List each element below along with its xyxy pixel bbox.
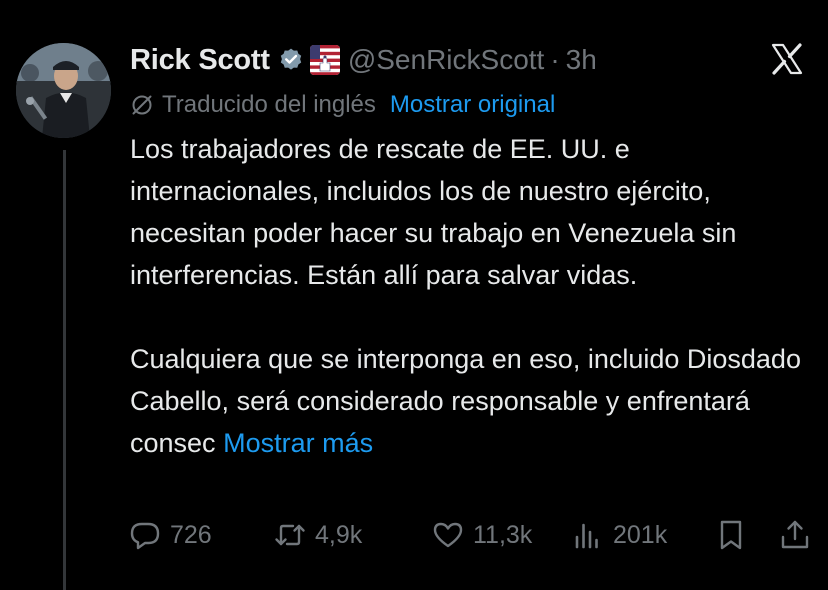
thread-line: [63, 150, 66, 590]
show-more-link[interactable]: Mostrar más: [223, 428, 373, 458]
tweet-paragraph-1: Los trabajadores de rescate de EE. UU. e…: [130, 134, 737, 290]
avatar[interactable]: [16, 43, 111, 138]
tweet-card[interactable]: Rick Scott @SenRickScott · 3h Traducido …: [0, 0, 828, 590]
us-flag-capitol-badge-icon[interactable]: [309, 45, 340, 75]
reply-bubble-icon: [130, 522, 160, 550]
heart-icon: [433, 522, 463, 548]
like-count: 11,3k: [473, 520, 533, 549]
verified-badge-icon[interactable]: [278, 47, 304, 73]
avatar-photo: [16, 43, 111, 138]
repost-button[interactable]: 4,9k: [273, 518, 431, 552]
bookmark-button[interactable]: [714, 518, 778, 552]
author-name[interactable]: Rick Scott: [130, 44, 270, 77]
translate-slash-icon: [130, 93, 154, 117]
views-bars-icon: [575, 523, 598, 549]
translation-note: Traducido del inglés: [162, 91, 376, 118]
repost-count: 4,9k: [315, 520, 363, 549]
share-button[interactable]: [778, 518, 812, 552]
reply-count: 726: [170, 520, 212, 549]
show-original-link[interactable]: Mostrar original: [390, 91, 555, 119]
x-logo-icon[interactable]: [770, 42, 804, 76]
view-count: 201k: [613, 520, 668, 549]
author-handle[interactable]: @SenRickScott: [348, 44, 545, 76]
tweet-paragraph-2: Cualquiera que se interponga en eso, inc…: [130, 338, 810, 464]
reply-button[interactable]: 726: [128, 518, 273, 552]
bookmark-icon: [720, 520, 742, 550]
repost-icon: [275, 524, 305, 546]
share-icon: [781, 520, 809, 549]
like-button[interactable]: 11,3k: [431, 518, 571, 552]
tweet-header: Rick Scott @SenRickScott · 3h: [130, 40, 597, 80]
views-button[interactable]: 201k: [571, 518, 714, 552]
tweet-text: Los trabajadores de rescate de EE. UU. e…: [130, 128, 810, 464]
action-bar: 726 4,9k 11,3k 201k: [128, 515, 814, 555]
separator-dot: ·: [550, 44, 560, 75]
timestamp[interactable]: 3h: [566, 44, 597, 76]
translation-row: Traducido del inglés Mostrar original: [130, 88, 555, 122]
